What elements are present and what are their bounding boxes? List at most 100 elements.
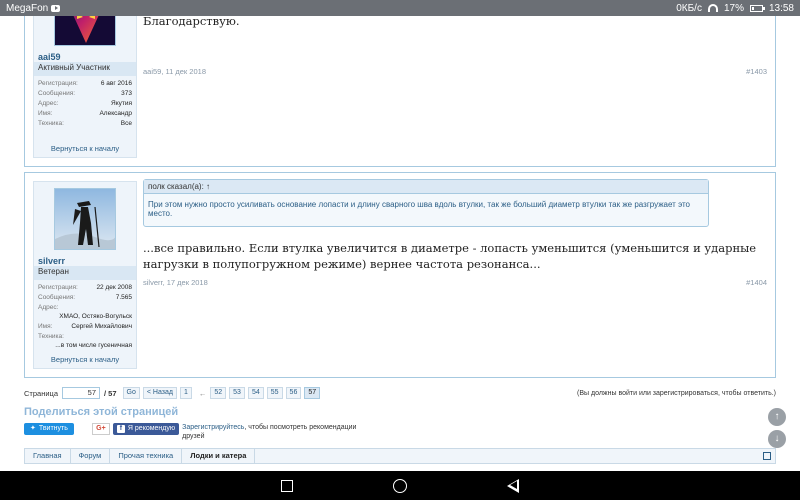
user-title: Ветеран: [34, 266, 136, 280]
info-key: Имя:: [38, 323, 53, 330]
info-key: Адрес:: [38, 100, 59, 107]
wolf-avatar-image: [55, 16, 115, 45]
back-icon[interactable]: [507, 478, 519, 493]
traveler-avatar-image: [55, 189, 115, 249]
page-ellipsis[interactable]: ←: [199, 389, 207, 398]
facebook-label: Я рекомендую: [127, 425, 176, 432]
facebook-note: Зарегистрируйтесь, чтобы посмотреть реко…: [182, 423, 372, 441]
back-to-top-link[interactable]: Вернуться к началу: [34, 144, 136, 153]
info-value: 6 авг 2016: [100, 80, 132, 87]
page-link[interactable]: 52: [210, 387, 227, 399]
avatar[interactable]: [54, 16, 116, 46]
external-link-icon[interactable]: [763, 452, 771, 460]
share-row: ✦ Твитнуть G+ f Я рекомендую Зарегистрир…: [24, 423, 776, 443]
info-value: Все: [120, 120, 132, 127]
youtube-icon: [51, 4, 61, 12]
back-to-top-link[interactable]: Вернуться к началу: [34, 355, 136, 364]
forum-page: aai59 Активный Участник Регистрация: 6 ав…: [0, 16, 800, 471]
page-link[interactable]: 54: [247, 387, 264, 399]
prev-button[interactable]: < Назад: [142, 387, 177, 399]
info-value[interactable]: 373: [121, 90, 132, 97]
info-row: Регистрация: 6 авг 2016: [38, 80, 132, 87]
username[interactable]: aai59: [34, 46, 136, 62]
navigation-bar: [0, 471, 800, 500]
facebook-like-button[interactable]: f Я рекомендую: [112, 423, 180, 435]
page-input[interactable]: 57: [62, 387, 100, 399]
twitter-bird-icon: ✦: [30, 425, 36, 432]
breadcrumb: Главная Форум Прочая техника Лодки и кат…: [24, 448, 776, 464]
wifi-icon: [707, 4, 718, 12]
info-row: Имя: Александр: [38, 110, 132, 117]
username[interactable]: silverr: [34, 250, 136, 266]
info-row: Регистрация: 22 дек 2008: [38, 284, 132, 291]
scroll-down-icon[interactable]: ↓: [768, 430, 786, 448]
post-meta: silverr, 17 дек 2018 #1404: [143, 278, 767, 287]
info-value: Якутия: [111, 100, 132, 107]
post-content: Благодарствую.: [143, 16, 240, 28]
quote-body: При этом нужно просто усиливать основани…: [148, 200, 690, 218]
clock: 13:58: [768, 2, 794, 14]
user-info: Регистрация: 22 дек 2008 Сообщения: 7.565 …: [34, 280, 136, 349]
register-link[interactable]: Зарегистрируйтесь: [182, 424, 244, 431]
info-row: Имя: Сергей Михайлович: [38, 323, 132, 330]
post-number[interactable]: #1404: [746, 278, 767, 287]
go-button[interactable]: Go: [122, 387, 140, 399]
post-author-date[interactable]: silverr, 17 дек 2018: [143, 278, 208, 287]
pagination: Страница 57 / 57 Go < Назад 1 ← 52 53 54…: [24, 384, 776, 402]
page-label: Страница: [24, 388, 58, 398]
info-value[interactable]: 7.565: [116, 294, 132, 301]
info-key: Регистрация:: [38, 80, 78, 87]
scroll-up-icon[interactable]: ↑: [768, 408, 786, 426]
home-icon[interactable]: [393, 478, 407, 493]
twitter-button[interactable]: ✦ Твитнуть: [24, 423, 74, 435]
post-author-date[interactable]: aai59, 11 дек 2018: [143, 67, 206, 76]
info-key: Сообщения:: [38, 294, 76, 301]
post: aai59 Активный Участник Регистрация: 6 ав…: [24, 16, 776, 167]
carrier: MegaFon: [6, 2, 61, 14]
network-speed: 0КБ/с: [676, 2, 702, 14]
page-current[interactable]: 57: [304, 387, 321, 399]
info-value: ХМАО, Остяко-Вогульск: [59, 313, 132, 320]
page-link[interactable]: 1: [179, 387, 192, 399]
page-link[interactable]: 53: [229, 387, 245, 399]
user-info: Регистрация: 6 авг 2016 Сообщения: 373 Адр…: [34, 76, 136, 127]
info-row: Техника: Все: [38, 120, 132, 127]
info-key: Имя:: [38, 110, 53, 117]
post: silverr Ветеран Регистрация: 22 дек 2008 …: [24, 172, 776, 378]
user-panel: aai59 Активный Участник Регистрация: 6 ав…: [33, 16, 137, 158]
share-title: Поделиться этой страницей: [24, 406, 179, 418]
quote-block: полк сказал(а): ↑ При этом нужно просто …: [143, 179, 709, 227]
info-key: Сообщения:: [38, 90, 76, 97]
google-plus-button[interactable]: G+: [91, 423, 110, 435]
quote-header[interactable]: полк сказал(а): ↑: [144, 180, 708, 194]
info-value: Сергей Михайлович: [71, 323, 132, 330]
breadcrumb-category[interactable]: Прочая техника: [110, 449, 183, 463]
user-title: Активный Участник: [34, 62, 136, 76]
breadcrumb-forum[interactable]: Форум: [71, 449, 111, 463]
info-row: Техника:: [38, 333, 132, 340]
breadcrumb-current[interactable]: Лодки и катера: [182, 449, 256, 463]
info-value: ...в том числе гусеничная: [55, 342, 132, 349]
info-row: Сообщения: 373: [38, 90, 132, 97]
carrier-name: MegaFon: [6, 2, 49, 14]
avatar[interactable]: [54, 188, 116, 250]
facebook-icon: f: [116, 425, 125, 433]
post-content: ...все правильно. Если втулка увеличится…: [143, 241, 757, 271]
battery-percent: 17%: [723, 2, 744, 14]
post-number[interactable]: #1403: [746, 67, 767, 76]
info-key: Техника:: [38, 120, 64, 127]
status-right: 0КБ/с 17% 13:58: [676, 3, 794, 14]
breadcrumb-home[interactable]: Главная: [25, 449, 71, 463]
info-row: Сообщения: 7.565: [38, 294, 132, 301]
page-total: / 57: [104, 388, 117, 398]
login-note: (Вы должны войти или зарегистрироваться,…: [577, 389, 776, 397]
info-key: Регистрация:: [38, 284, 78, 291]
twitter-label: Твитнуть: [38, 425, 68, 432]
info-key: Техника:: [38, 333, 64, 340]
page-link[interactable]: 56: [285, 387, 302, 399]
recent-apps-icon[interactable]: [281, 479, 293, 492]
info-value: 22 дек 2008: [96, 284, 132, 291]
info-value: Александр: [99, 110, 132, 117]
user-panel: silverr Ветеран Регистрация: 22 дек 2008 …: [33, 181, 137, 369]
page-link[interactable]: 55: [266, 387, 283, 399]
